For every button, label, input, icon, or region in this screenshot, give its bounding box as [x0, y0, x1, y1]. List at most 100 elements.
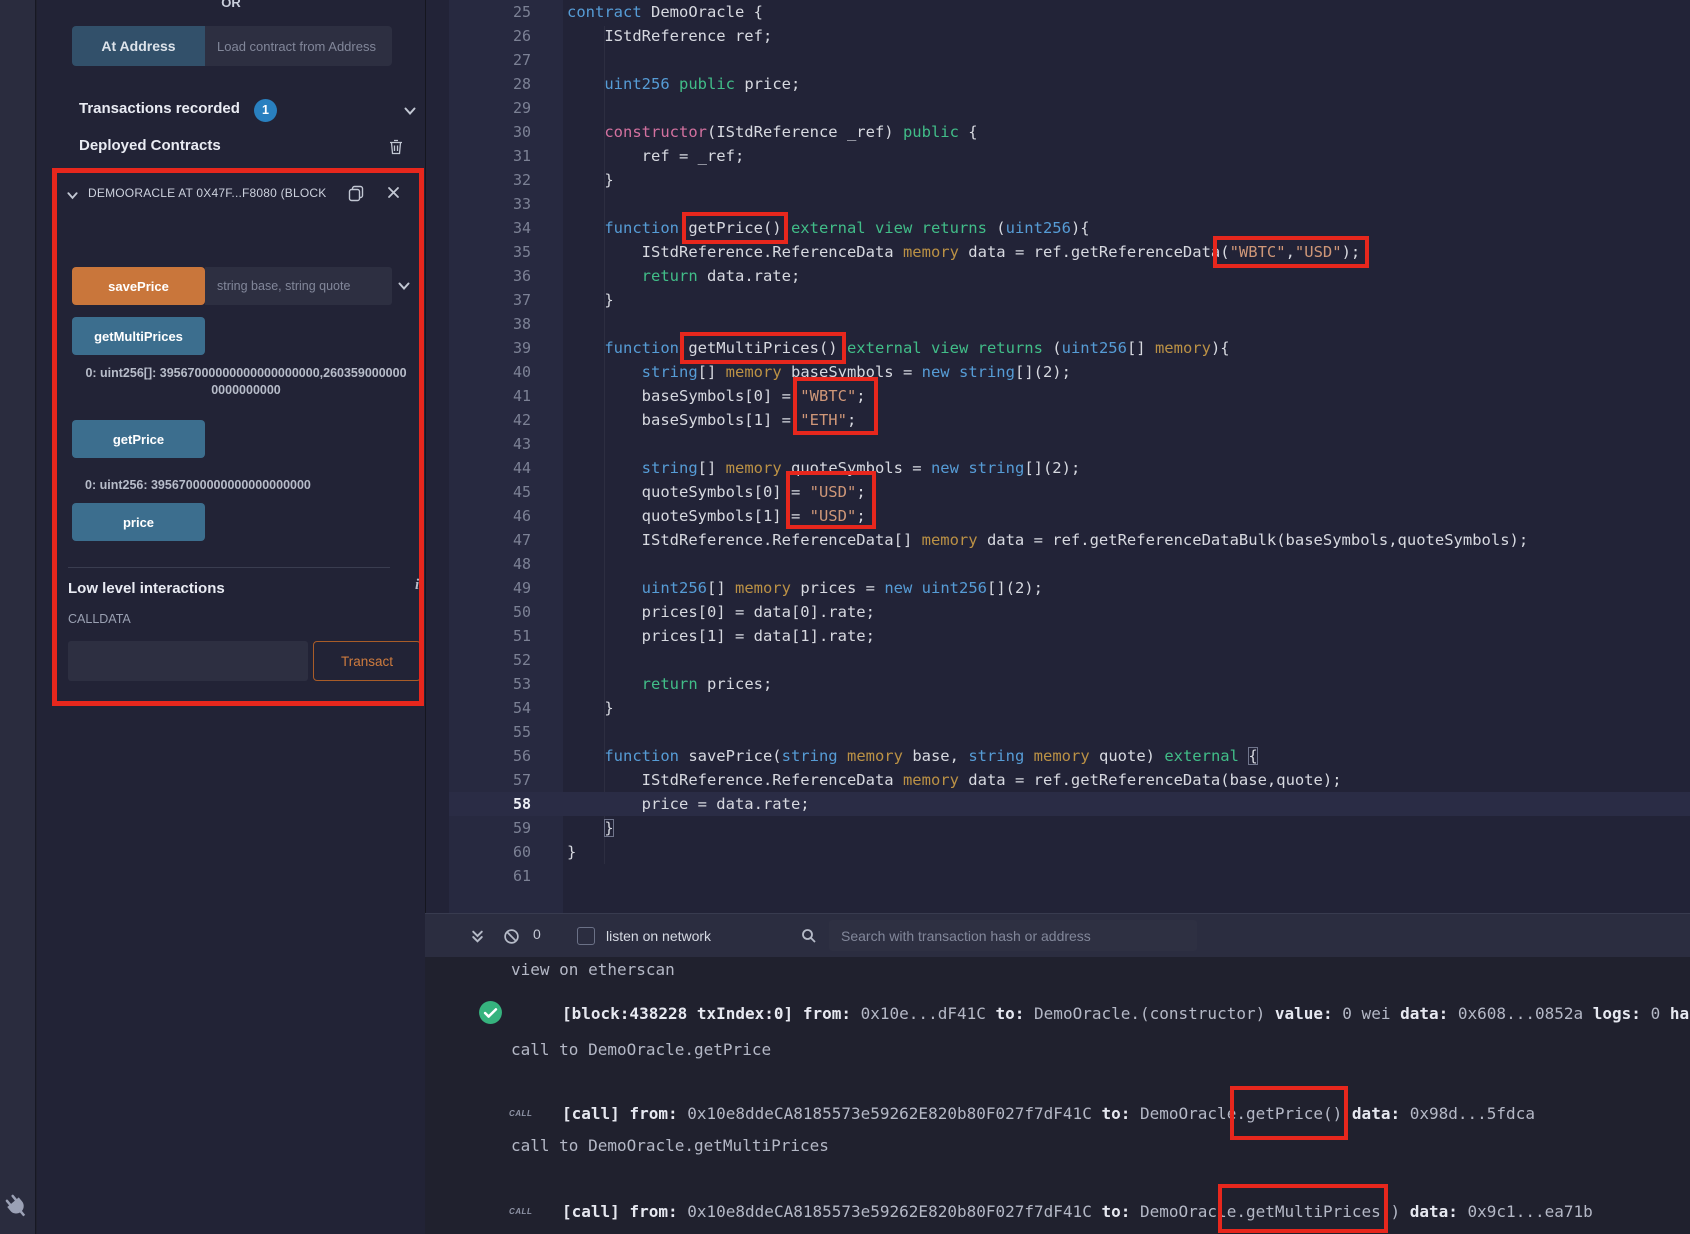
code-line-39[interactable]: 39 function getMultiPrices() external vi… [426, 336, 1690, 360]
line-number: 45 [449, 480, 531, 504]
code-text: quoteSymbols[1] = "USD"; [567, 504, 866, 528]
line-number: 46 [449, 504, 531, 528]
line-number: 51 [449, 624, 531, 648]
line-number: 27 [449, 48, 531, 72]
line-number: 42 [449, 408, 531, 432]
line-number: 43 [449, 432, 531, 456]
info-icon[interactable]: i [415, 577, 419, 594]
code-text: string[] memory quoteSymbols = new strin… [567, 456, 1080, 480]
code-text: } [567, 840, 576, 864]
line-number: 49 [449, 576, 531, 600]
code-line-35[interactable]: 35 IStdReference.ReferenceData memory da… [426, 240, 1690, 264]
clear-console-block-icon[interactable] [503, 928, 520, 945]
code-line-26[interactable]: 26 IStdReference ref; [426, 24, 1690, 48]
code-line-29[interactable]: 29 [426, 96, 1690, 120]
calldata-input[interactable] [68, 641, 308, 681]
code-line-36[interactable]: 36 return data.rate; [426, 264, 1690, 288]
terminal-log-plain[interactable]: call to DemoOracle.getPrice [511, 1038, 1690, 1062]
code-text: uint256[] memory prices = new uint256[](… [567, 576, 1043, 600]
contract-caret-down-icon[interactable] [66, 189, 79, 202]
code-line-50[interactable]: 50 prices[0] = data[0].rate; [426, 600, 1690, 624]
code-line-46[interactable]: 46 quoteSymbols[1] = "USD"; [426, 504, 1690, 528]
terminal-log-call[interactable]: [call] from: 0x10e8ddeCA8185573e59262E82… [562, 1102, 1690, 1126]
code-text: contract DemoOracle { [567, 0, 763, 24]
price-button[interactable]: price [72, 503, 205, 541]
code-line-27[interactable]: 27 [426, 48, 1690, 72]
code-line-48[interactable]: 48 [426, 552, 1690, 576]
tx-success-check-icon [478, 1000, 503, 1025]
terminal-search-input[interactable] [829, 920, 1197, 951]
code-line-33[interactable]: 33 [426, 192, 1690, 216]
code-line-34[interactable]: 34 function getPrice() external view ret… [426, 216, 1690, 240]
saveprice-expand-chevron-icon[interactable] [397, 279, 411, 293]
code-text: return data.rate; [567, 264, 800, 288]
transactions-chevron-down-icon[interactable] [403, 104, 417, 118]
code-line-28[interactable]: 28 uint256 public price; [426, 72, 1690, 96]
code-line-54[interactable]: 54 } [426, 696, 1690, 720]
transactions-count-badge: 1 [254, 99, 277, 122]
line-number: 25 [449, 0, 531, 24]
terminal-log-tx[interactable]: [block:438228 txIndex:0] from: 0x10e...d… [562, 1002, 1690, 1026]
terminal-log-link[interactable]: view on etherscan [511, 958, 1690, 982]
code-line-42[interactable]: 42 baseSymbols[1] = "ETH"; [426, 408, 1690, 432]
close-contract-icon[interactable] [387, 186, 400, 199]
code-line-52[interactable]: 52 [426, 648, 1690, 672]
code-line-56[interactable]: 56 function savePrice(string memory base… [426, 744, 1690, 768]
code-line-30[interactable]: 30 constructor(IStdReference _ref) publi… [426, 120, 1690, 144]
at-address-button[interactable]: At Address [72, 26, 205, 66]
code-text: prices[1] = data[1].rate; [567, 624, 875, 648]
code-text: prices[0] = data[0].rate; [567, 600, 875, 624]
code-line-37[interactable]: 37 } [426, 288, 1690, 312]
code-line-47[interactable]: 47 IStdReference.ReferenceData[] memory … [426, 528, 1690, 552]
calldata-label: CALLDATA [68, 612, 131, 626]
terminal-log-plain[interactable]: call to DemoOracle.getMultiPrices [511, 1134, 1690, 1158]
transact-button[interactable]: Transact [313, 641, 421, 681]
code-line-53[interactable]: 53 return prices; [426, 672, 1690, 696]
code-line-43[interactable]: 43 [426, 432, 1690, 456]
deployed-contracts-label: Deployed Contracts [79, 137, 221, 154]
line-number: 44 [449, 456, 531, 480]
code-line-32[interactable]: 32 } [426, 168, 1690, 192]
code-line-31[interactable]: 31 ref = _ref; [426, 144, 1690, 168]
code-line-57[interactable]: 57 IStdReference.ReferenceData memory da… [426, 768, 1690, 792]
code-editor[interactable]: 25 contract DemoOracle {26 IStdReference … [425, 0, 1690, 913]
terminal-logs: CALL CALL view on etherscan[block:438228… [425, 957, 1690, 1234]
saveprice-params-input[interactable] [205, 267, 392, 305]
code-line-25[interactable]: 25 contract DemoOracle { [426, 0, 1690, 24]
line-number: 28 [449, 72, 531, 96]
saveprice-button[interactable]: savePrice [72, 267, 205, 305]
code-text: IStdReference.ReferenceData memory data … [567, 240, 1360, 264]
line-number: 48 [449, 552, 531, 576]
code-line-58[interactable]: 58 price = data.rate; [426, 792, 1690, 816]
search-icon [801, 928, 817, 944]
terminal-toolbar: 0 listen on network [425, 913, 1690, 957]
deploy-run-panel: OR At Address Transactions recorded 1 De… [37, 0, 425, 1234]
code-line-38[interactable]: 38 [426, 312, 1690, 336]
getprice-button[interactable]: getPrice [72, 420, 205, 458]
code-text: function savePrice(string memory base, s… [567, 744, 1258, 768]
code-line-40[interactable]: 40 string[] memory baseSymbols = new str… [426, 360, 1690, 384]
line-number: 58 [449, 792, 531, 816]
listen-on-network-checkbox[interactable] [577, 927, 595, 945]
copy-icon[interactable] [348, 185, 364, 202]
code-line-61[interactable]: 61 [426, 864, 1690, 888]
code-text: } [567, 816, 614, 840]
code-line-45[interactable]: 45 quoteSymbols[0] = "USD"; [426, 480, 1690, 504]
line-number: 33 [449, 192, 531, 216]
load-address-input[interactable] [205, 26, 392, 66]
code-line-60[interactable]: 60} [426, 840, 1690, 864]
trash-icon[interactable] [389, 139, 403, 155]
code-line-59[interactable]: 59 } [426, 816, 1690, 840]
remix-ide-window: OR At Address Transactions recorded 1 De… [0, 0, 1690, 1234]
terminal-collapse-double-chevron-icon[interactable] [470, 929, 485, 944]
plugin-plug-icon[interactable] [2, 1192, 32, 1227]
getmultiprices-button[interactable]: getMultiPrices [72, 317, 205, 355]
code-line-49[interactable]: 49 uint256[] memory prices = new uint256… [426, 576, 1690, 600]
code-line-44[interactable]: 44 string[] memory quoteSymbols = new st… [426, 456, 1690, 480]
code-line-55[interactable]: 55 [426, 720, 1690, 744]
code-line-51[interactable]: 51 prices[1] = data[1].rate; [426, 624, 1690, 648]
code-line-41[interactable]: 41 baseSymbols[0] = "WBTC"; [426, 384, 1690, 408]
line-number: 32 [449, 168, 531, 192]
line-number: 26 [449, 24, 531, 48]
terminal-log-call[interactable]: [call] from: 0x10e8ddeCA8185573e59262E82… [562, 1200, 1690, 1224]
